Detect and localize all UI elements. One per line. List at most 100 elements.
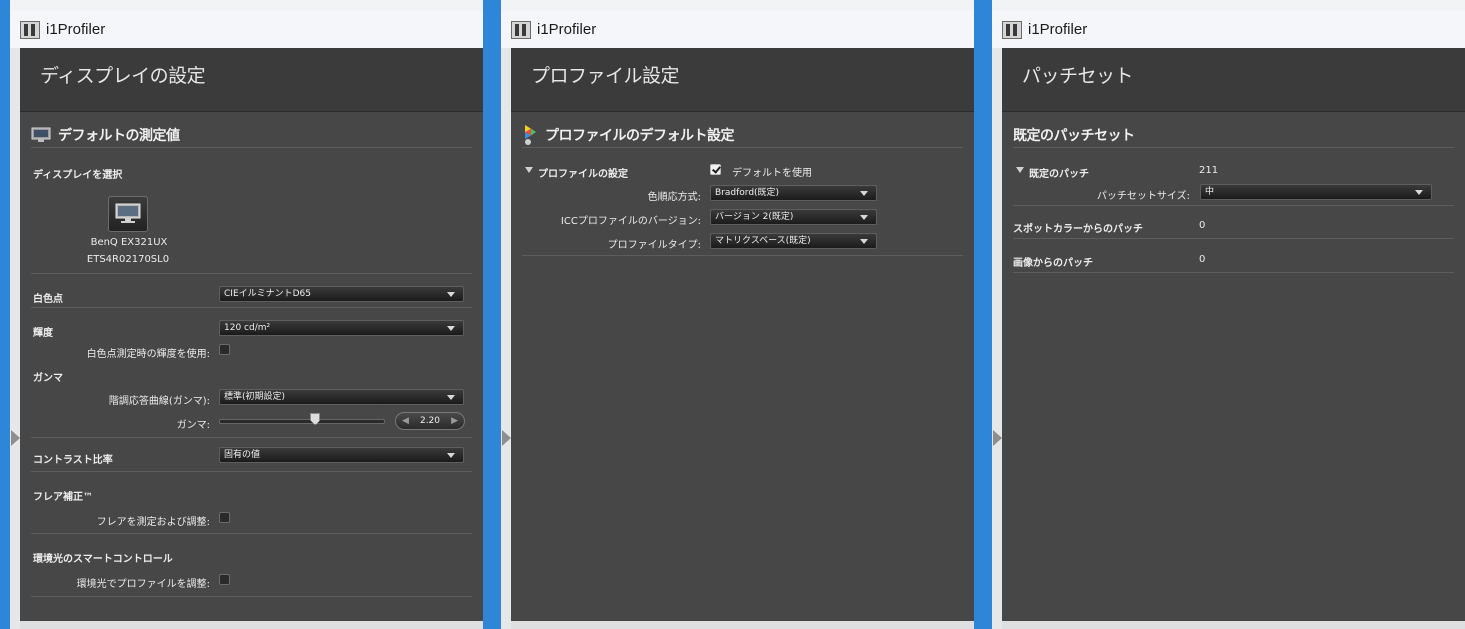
ambient-checkbox-label: 環境光でプロファイルを調整: [76, 579, 210, 590]
title-bar: i1Profiler [10, 11, 483, 48]
contrast-dropdown[interactable]: 固有の値 [219, 447, 464, 463]
bottom-bar [20, 621, 483, 629]
use-default-label: デフォルトを使用 [732, 168, 812, 179]
expand-arrow-icon[interactable] [11, 430, 20, 446]
chevron-down-icon [447, 292, 455, 297]
divider [31, 273, 472, 274]
bottom-bar [511, 621, 974, 629]
app-title: i1Profiler [46, 21, 106, 38]
image-patches-value: 0 [1199, 254, 1206, 265]
section-title-text: 既定のパッチセット [1013, 127, 1135, 144]
title-bar: i1Profiler [992, 11, 1465, 48]
collapse-triangle-icon[interactable] [525, 167, 533, 173]
divider [1013, 205, 1454, 206]
display-serial: ETS4R02170SL0 [86, 254, 170, 265]
display-icon [115, 203, 141, 223]
chevron-down-icon [860, 191, 868, 196]
section-title-text: デフォルトの測定値 [58, 127, 180, 144]
section-title-text: プロファイルのデフォルト設定 [545, 127, 735, 144]
monitor-icon [31, 127, 51, 142]
adaptation-value: Bradford(既定) [715, 188, 780, 198]
patch-size-value: 中 [1205, 187, 1215, 197]
chevron-down-icon [447, 326, 455, 331]
chevron-down-icon [447, 453, 455, 458]
app-title: i1Profiler [1028, 21, 1088, 38]
gamma-value-spinner[interactable]: ◀ 2.20 ▶ [395, 412, 465, 430]
page-title: ディスプレイの設定 [20, 48, 483, 112]
tone-curve-dropdown[interactable]: 標準(初期設定) [219, 389, 464, 405]
patch-size-dropdown[interactable]: 中 [1200, 184, 1432, 200]
use-default-checkbox[interactable] [710, 164, 721, 175]
settings-panel: デフォルトの測定値 ディスプレイを選択 BenQ EX321UX ETS4R02… [31, 112, 472, 621]
content-area: プロファイル設定 プロファイルのデフォルト設定 プロファイルの設定 デフォルトを… [511, 48, 974, 629]
contrast-value: 固有の値 [224, 450, 261, 460]
divider [31, 307, 472, 308]
window-patch-set: i1Profiler パッチセット 既定のパッチセット 既定のパッチ 211 パ… [992, 0, 1465, 629]
ambient-checkbox[interactable] [219, 574, 230, 585]
tone-curve-label: 階調応答曲線(ガンマ): [108, 396, 210, 407]
side-collapse-bar[interactable] [10, 48, 20, 629]
divider [31, 533, 472, 534]
expand-arrow-icon[interactable] [502, 430, 511, 446]
divider [31, 437, 472, 438]
white-point-label: 白色点 [33, 294, 63, 305]
profile-type-label: プロファイルタイプ: [607, 240, 701, 251]
select-display-label: ディスプレイを選択 [33, 170, 123, 181]
section-title: 既定のパッチセット [1013, 122, 1454, 148]
flare-checkbox-label: フレアを測定および調整: [96, 517, 210, 528]
section-title: デフォルトの測定値 [31, 122, 472, 148]
window-display-settings: i1Profiler ディスプレイの設定 デフォルトの測定値 ディスプレイを選択 [10, 0, 483, 629]
collapse-triangle-icon[interactable] [1016, 167, 1024, 173]
profile-group-label: プロファイルの設定 [538, 169, 628, 180]
app-icon [511, 20, 531, 39]
divider [31, 596, 472, 597]
side-collapse-bar[interactable] [501, 48, 511, 629]
profile-icon [525, 124, 536, 145]
decrement-icon[interactable]: ◀ [402, 413, 409, 429]
icc-version-dropdown[interactable]: バージョン 2(既定) [710, 209, 877, 225]
white-point-dropdown[interactable]: CIEイルミナントD65 [219, 286, 464, 302]
chevron-down-icon [860, 239, 868, 244]
content-area: パッチセット 既定のパッチセット 既定のパッチ 211 パッチセットサイズ: 中… [1002, 48, 1465, 629]
display-name: BenQ EX321UX [90, 237, 168, 248]
display-select-button[interactable] [108, 196, 148, 232]
bottom-bar [1002, 621, 1465, 629]
divider [1013, 238, 1454, 239]
contrast-label: コントラスト比率 [33, 455, 113, 466]
section-title: プロファイルのデフォルト設定 [522, 122, 963, 148]
patch-size-label: パッチセットサイズ: [1096, 191, 1190, 202]
luminance-value: 120 cd/m² [224, 323, 271, 333]
flare-checkbox[interactable] [219, 512, 230, 523]
default-patches-value: 211 [1199, 165, 1219, 176]
page-title: パッチセット [1002, 48, 1465, 112]
divider [31, 471, 472, 472]
icc-version-label: ICCプロファイルのバージョン: [560, 216, 701, 227]
gamma-value: 2.20 [419, 416, 441, 426]
image-patches-label: 画像からのパッチ [1013, 258, 1093, 269]
gamma-slider-label: ガンマ: [176, 420, 210, 431]
luminance-label: 輝度 [33, 328, 53, 339]
ambient-label: 環境光のスマートコントロール [33, 554, 173, 565]
title-bar: i1Profiler [501, 11, 974, 48]
luminance-dropdown[interactable]: 120 cd/m² [219, 320, 464, 336]
flare-label: フレア補正™ [33, 492, 93, 503]
icc-version-value: バージョン 2(既定) [715, 212, 794, 222]
app-icon [20, 20, 40, 39]
expand-arrow-icon[interactable] [993, 430, 1002, 446]
side-collapse-bar[interactable] [992, 48, 1002, 629]
tone-curve-value: 標準(初期設定) [224, 392, 286, 402]
increment-icon[interactable]: ▶ [451, 413, 458, 429]
gamma-slider-track[interactable] [219, 419, 385, 424]
profile-type-value: マトリクスベース(既定) [715, 236, 811, 246]
chevron-down-icon [447, 395, 455, 400]
page-title: プロファイル設定 [511, 48, 974, 112]
default-patches-label: 既定のパッチ [1029, 169, 1089, 180]
spot-patches-label: スポットカラーからのパッチ [1013, 224, 1143, 235]
divider [522, 255, 963, 256]
content-area: ディスプレイの設定 デフォルトの測定値 ディスプレイを選択 BenQ EX321… [20, 48, 483, 629]
profile-type-dropdown[interactable]: マトリクスベース(既定) [710, 233, 877, 249]
use-white-luminance-checkbox[interactable] [219, 344, 230, 355]
adaptation-label: 色順応方式: [647, 192, 701, 203]
spot-patches-value: 0 [1199, 220, 1206, 231]
adaptation-dropdown[interactable]: Bradford(既定) [710, 185, 877, 201]
